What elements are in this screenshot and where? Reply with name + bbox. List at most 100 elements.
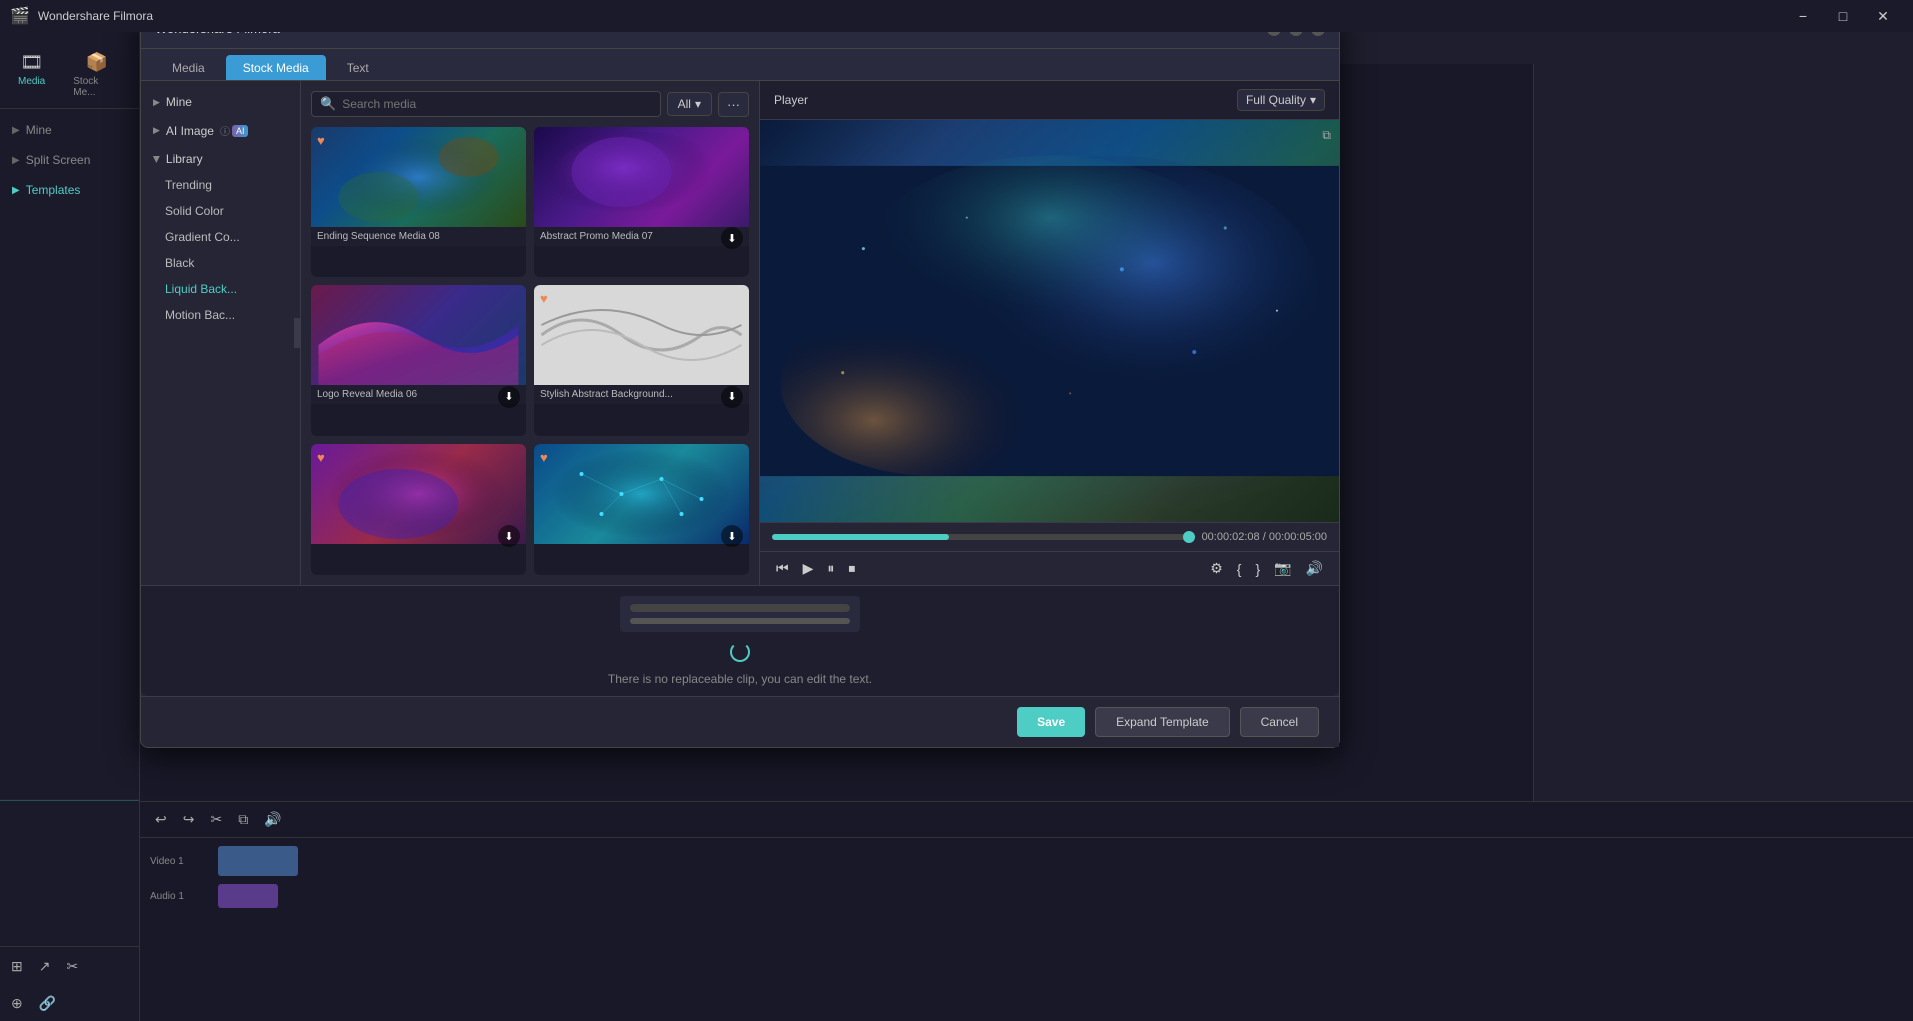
bottom-timeline: ↩ ↪ ✂ ⧉ 🔊 Video 1 Audio 1 [140,801,1913,1021]
timeline-bar-bottom [630,618,850,624]
progress-bar[interactable] [772,534,1194,540]
screenshot-icon[interactable]: 📷 [1270,558,1295,579]
grid-icon[interactable]: ⊞ [6,955,28,978]
progress-fill [772,534,949,540]
sidebar-item-templates[interactable]: ▶ Templates [0,175,139,205]
dialog-footer: Save Expand Template Cancel [141,696,1339,747]
sidebar-header-mine[interactable]: ▶ Mine [141,89,300,115]
left-panel: 🎞 Media 📦 Stock Me... ▶ Mine ▶ Split Scr… [0,32,140,1021]
undo-button[interactable]: ↩ [150,808,172,831]
audio-button[interactable]: 🔊 [259,808,286,831]
search-input[interactable] [342,97,651,111]
sidebar-header-ai[interactable]: ▶ AI Image ⓘ AI [141,117,300,144]
link-icon[interactable]: 🔗 [34,992,61,1015]
download-icon-4[interactable]: ⬇ [721,386,743,408]
media-card-4[interactable]: ♥ ⬇ Stylish Abstract Background... [534,285,749,435]
cursor-icon[interactable]: ↗ [34,955,56,978]
cut-indicator[interactable]: ⧉ [1322,128,1331,143]
sidebar-item-mine[interactable]: ▶ Mine [0,115,139,145]
audio-track-label: Audio 1 [150,891,210,902]
cut-button[interactable]: ✂ [205,808,227,831]
tab-text[interactable]: Text [330,55,386,80]
playback-controls: ⏮ ▶ ⏸ ⏹ [772,558,859,579]
dialog-bottom: There is no replaceable clip, you can ed… [141,585,1339,696]
progress-thumb [1183,531,1195,543]
media-card-1[interactable]: ♥ Ending Sequence Media 08 [311,127,526,277]
app-title: Wondershare Filmora [38,9,153,23]
sidebar-item-motion-bac[interactable]: Motion Bac... [141,302,300,328]
sidebar-item-solid-color[interactable]: Solid Color [141,198,300,224]
tool-controls: ⚙ { } 📷 🔊 [1206,558,1327,579]
video-clip[interactable] [218,846,298,876]
sidebar-item-split-screen[interactable]: ▶ Split Screen [0,145,139,175]
heart-icon-6: ♥ [540,450,548,465]
add-icon[interactable]: ⊕ [6,992,28,1015]
redo-button[interactable]: ↪ [178,808,200,831]
download-icon-2[interactable]: ⬇ [721,227,743,249]
player-video: ⧉ [760,120,1339,522]
dialog-tabs: Media Stock Media Text [141,49,1339,81]
media-card-5[interactable]: ♥ ⬇ [311,444,526,575]
filter-button[interactable]: All ▾ [667,92,712,116]
sidebar-section-library: ▶ Library Trending Solid Color Gradient … [141,146,300,328]
pause-button[interactable]: ⏸ [823,558,838,579]
skip-back-button[interactable]: ⏮ [772,558,793,579]
media-tab[interactable]: 🎞 Media [8,48,55,102]
tab-media[interactable]: Media [155,55,222,80]
search-icon: 🔍 [320,96,336,112]
sidebar-item-gradient-co[interactable]: Gradient Co... [141,224,300,250]
play-button[interactable]: ▶ [799,558,818,579]
stock-label: Stock Me... [73,76,121,98]
heart-icon-4: ♥ [540,291,548,306]
sidebar-collapse-button[interactable]: ‹ [294,318,301,348]
audio-clip[interactable] [218,884,278,908]
bracket-left-icon[interactable]: { [1233,559,1246,579]
save-button[interactable]: Save [1017,707,1085,737]
sidebar-item-liquid-back[interactable]: Liquid Back... [141,276,300,302]
media-label-3: Logo Reveal Media 06 [311,385,526,404]
maximize-button[interactable]: □ [1823,1,1863,31]
chevron-right-icon: ▶ [12,125,20,136]
expand-template-button[interactable]: Expand Template [1095,707,1230,737]
logo-reveal-visual [311,285,526,385]
player-panel: Player Full Quality ▾ [759,81,1339,585]
close-button[interactable]: ✕ [1863,1,1903,31]
media-card-2[interactable]: ⬇ Abstract Promo Media 07 [534,127,749,277]
chevron-down-quality: ▾ [1310,93,1316,107]
volume-icon[interactable]: 🔊 [1302,558,1327,579]
player-progress-row: 00:00:02:08 / 00:00:05:00 [760,522,1339,551]
media-card-6[interactable]: ♥ ⬇ [534,444,749,575]
filmora-dialog: Wondershare Filmora − □ ✕ Media Stock Me… [140,8,1340,748]
tab-stock-media[interactable]: Stock Media [226,55,326,80]
dialog-body: ▶ Mine ▶ AI Image ⓘ AI ▶ [141,81,1339,585]
download-icon-3[interactable]: ⬇ [498,386,520,408]
split-button[interactable]: ⧉ [233,808,253,831]
stock-media-tab[interactable]: 📦 Stock Me... [63,48,131,102]
sidebar-header-library[interactable]: ▶ Library [141,146,300,172]
media-card-3[interactable]: ⬇ Logo Reveal Media 06 [311,285,526,435]
ai-badge: ⓘ AI [220,123,249,138]
info-icon: ⓘ [220,123,230,138]
more-options-button[interactable]: ··· [718,92,749,117]
stop-button[interactable]: ⏹ [844,558,859,579]
settings-icon[interactable]: ⚙ [1206,558,1227,579]
time-display: 00:00:02:08 / 00:00:05:00 [1202,531,1327,543]
quality-select[interactable]: Full Quality ▾ [1237,89,1325,111]
cancel-button[interactable]: Cancel [1240,707,1319,737]
chevron-down-filter: ▾ [695,97,701,111]
download-icon-5[interactable]: ⬇ [498,525,520,547]
chevron-right-icon-2: ▶ [12,155,20,166]
download-icon-6[interactable]: ⬇ [721,525,743,547]
app-titlebar: 🎬 Wondershare Filmora − □ ✕ [0,0,1913,32]
sidebar-item-black[interactable]: Black [141,250,300,276]
purple-visual [311,444,526,544]
heart-icon-5: ♥ [317,450,325,465]
bracket-right-icon[interactable]: } [1251,559,1264,579]
minimize-button[interactable]: − [1783,1,1823,31]
media-label-1: Ending Sequence Media 08 [311,227,526,246]
scissors-icon[interactable]: ✂ [61,955,83,978]
search-input-wrap: 🔍 [311,91,661,117]
sidebar-item-trending[interactable]: Trending [141,172,300,198]
sidebar-library-label: Library [166,152,203,166]
loading-spinner [730,642,750,662]
